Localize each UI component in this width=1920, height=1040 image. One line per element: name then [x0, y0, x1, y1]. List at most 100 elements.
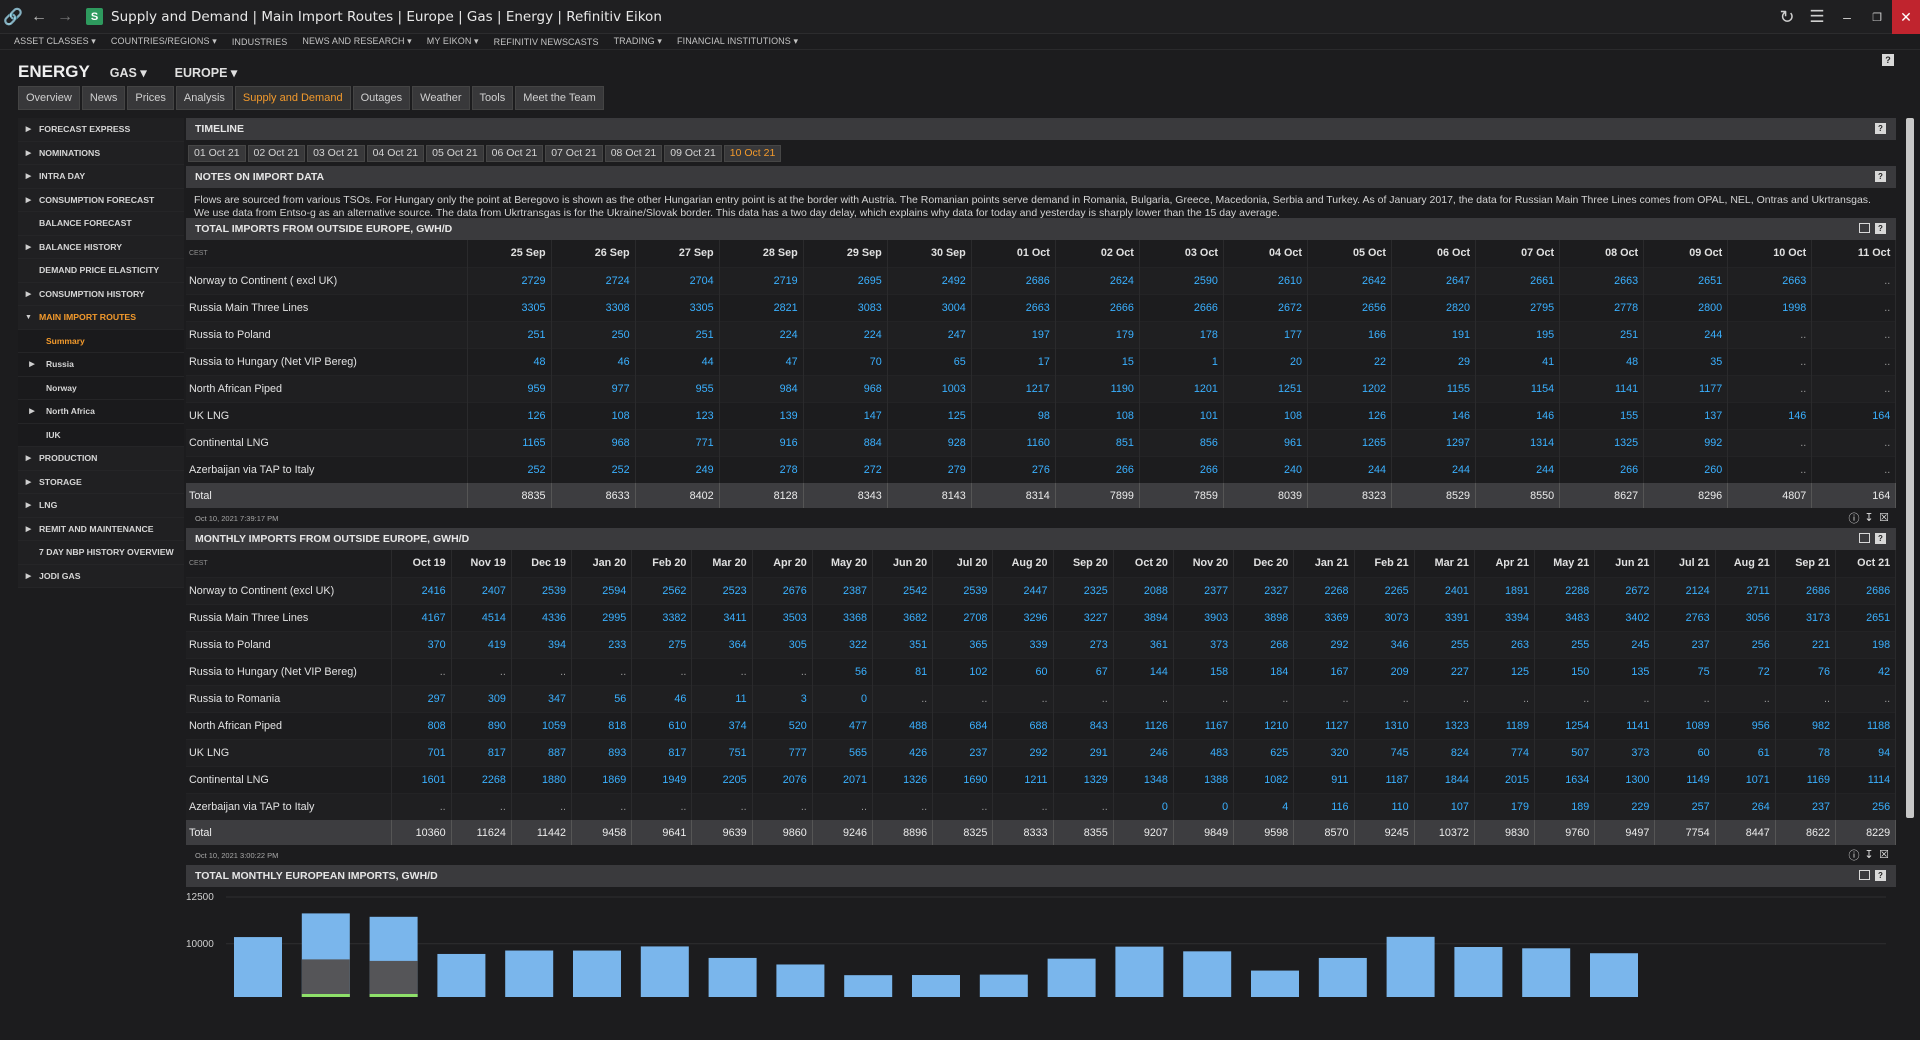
table-cell[interactable]: 955 — [635, 374, 720, 402]
table-cell[interactable]: 251 — [1559, 320, 1645, 348]
help-icon[interactable]: ? — [1882, 54, 1894, 66]
sidebar-item-consumption-forecast[interactable]: ▶ CONSUMPTION FORECAST — [18, 188, 184, 212]
table-cell[interactable]: .. — [812, 792, 874, 820]
table-cell[interactable]: .. — [1474, 684, 1536, 712]
table-cell[interactable]: 158 — [1173, 657, 1235, 685]
sidebar-item-intra-day[interactable]: ▶ INTRA DAY — [18, 165, 184, 189]
table-cell[interactable]: 197 — [971, 320, 1056, 348]
table-cell[interactable]: 48 — [467, 347, 552, 375]
table-cell[interactable]: 272 — [803, 455, 888, 483]
table-cell[interactable]: 2124 — [1654, 576, 1716, 604]
table-cell[interactable]: .. — [1775, 684, 1837, 712]
table-cell[interactable]: 101 — [1139, 401, 1224, 429]
table-cell[interactable]: 41 — [1475, 347, 1561, 375]
scrollbar-thumb[interactable] — [1906, 118, 1914, 818]
table-cell[interactable]: 305 — [752, 630, 813, 658]
table-cell[interactable]: 339 — [992, 630, 1054, 658]
table-cell[interactable]: 1202 — [1307, 374, 1393, 402]
table-cell[interactable]: 1891 — [1474, 576, 1536, 604]
table-cell[interactable]: 2377 — [1173, 576, 1235, 604]
table-cell[interactable]: 2265 — [1354, 576, 1415, 604]
table-cell[interactable]: 2704 — [635, 266, 720, 294]
table-cell[interactable]: 237 — [1775, 792, 1837, 820]
sidebar-item-storage[interactable]: ▶ STORAGE — [18, 470, 184, 494]
table-cell[interactable]: 42 — [1835, 657, 1897, 685]
table-cell[interactable]: 179 — [1474, 792, 1536, 820]
table-cell[interactable]: 266 — [1559, 455, 1645, 483]
table-cell[interactable]: 2651 — [1643, 266, 1729, 294]
table-cell[interactable]: 1059 — [511, 711, 573, 739]
table-cell[interactable]: .. — [1173, 684, 1235, 712]
menu-icon[interactable]: ☰ — [1802, 0, 1832, 34]
table-cell[interactable]: .. — [1233, 684, 1295, 712]
table-cell[interactable]: 1348 — [1113, 765, 1174, 793]
chart-bar[interactable] — [437, 953, 486, 997]
table-cell[interactable]: 2327 — [1233, 576, 1295, 604]
tab-prices[interactable]: Prices — [127, 86, 174, 110]
table-cell[interactable]: 4514 — [451, 603, 512, 631]
table-cell[interactable]: 3503 — [752, 603, 813, 631]
download-icon[interactable]: ↧ — [1863, 848, 1875, 861]
table-cell[interactable]: 233 — [571, 630, 633, 658]
table-cell[interactable]: 2492 — [887, 266, 972, 294]
table-cell[interactable]: .. — [631, 792, 693, 820]
tab-analysis[interactable]: Analysis — [175, 86, 233, 110]
table-cell[interactable]: .. — [1053, 684, 1114, 712]
table-cell[interactable]: 247 — [887, 320, 972, 348]
table-cell[interactable]: .. — [691, 792, 753, 820]
timeline-date[interactable]: 01 Oct 21 — [188, 144, 246, 162]
table-cell[interactable]: 1160 — [971, 428, 1056, 456]
table-cell[interactable]: 1300 — [1594, 765, 1656, 793]
tab-weather[interactable]: Weather — [412, 86, 470, 110]
table-cell[interactable]: 477 — [812, 711, 874, 739]
help-icon[interactable]: ? — [1875, 123, 1886, 134]
table-cell[interactable]: 364 — [691, 630, 753, 658]
table-cell[interactable]: .. — [391, 657, 452, 685]
table-cell[interactable]: 1601 — [391, 765, 452, 793]
table-cell[interactable]: 1154 — [1475, 374, 1561, 402]
table-cell[interactable]: 60 — [1654, 738, 1716, 766]
table-cell[interactable]: 29 — [1391, 347, 1477, 375]
table-cell[interactable]: .. — [1727, 428, 1813, 456]
table-cell[interactable]: .. — [571, 657, 633, 685]
help-icon[interactable]: ? — [1875, 533, 1886, 544]
table-cell[interactable]: 1071 — [1715, 765, 1776, 793]
table-cell[interactable]: 297 — [391, 684, 452, 712]
menu-item[interactable]: MY EIKON ▾ — [427, 36, 479, 47]
table-cell[interactable]: .. — [1414, 684, 1475, 712]
table-cell[interactable]: 266 — [1055, 455, 1140, 483]
table-cell[interactable]: 2539 — [932, 576, 994, 604]
table-cell[interactable]: 56 — [812, 657, 874, 685]
table-cell[interactable]: .. — [1727, 320, 1813, 348]
table-cell[interactable]: 2407 — [451, 576, 512, 604]
table-cell[interactable]: 843 — [1053, 711, 1114, 739]
table-cell[interactable]: 2076 — [752, 765, 813, 793]
table-cell[interactable]: 1869 — [571, 765, 633, 793]
table-cell[interactable]: 179 — [1055, 320, 1140, 348]
timeline-date[interactable]: 08 Oct 21 — [604, 144, 663, 162]
table-cell[interactable]: 2651 — [1835, 603, 1897, 631]
table-cell[interactable]: 244 — [1307, 455, 1393, 483]
sidebar-item-main-import-routes[interactable]: ▼ MAIN IMPORT ROUTES — [18, 306, 184, 330]
table-cell[interactable]: 17 — [971, 347, 1056, 375]
table-cell[interactable]: 4336 — [511, 603, 573, 631]
excel-icon[interactable]: ☒ — [1878, 848, 1890, 861]
table-cell[interactable]: .. — [511, 657, 573, 685]
table-cell[interactable]: 1251 — [1223, 374, 1308, 402]
table-cell[interactable]: 244 — [1643, 320, 1729, 348]
table-cell[interactable]: 107 — [1414, 792, 1475, 820]
table-cell[interactable]: 956 — [1715, 711, 1776, 739]
popout-icon[interactable] — [1859, 870, 1870, 880]
sidebar-item-demand-price-elasticity[interactable]: DEMAND PRICE ELASTICITY — [18, 259, 184, 283]
table-cell[interactable]: 2647 — [1391, 266, 1477, 294]
chart-bar[interactable] — [234, 937, 282, 997]
table-cell[interactable]: 147 — [803, 401, 888, 429]
table-cell[interactable]: 2711 — [1715, 576, 1776, 604]
popout-icon[interactable] — [1859, 533, 1870, 543]
table-cell[interactable]: 1844 — [1414, 765, 1475, 793]
table-cell[interactable]: .. — [992, 792, 1054, 820]
sidebar-item-iuk[interactable]: IUK — [18, 423, 184, 447]
table-cell[interactable]: 2820 — [1391, 293, 1477, 321]
table-cell[interactable]: 3894 — [1113, 603, 1174, 631]
table-cell[interactable]: .. — [1594, 684, 1656, 712]
